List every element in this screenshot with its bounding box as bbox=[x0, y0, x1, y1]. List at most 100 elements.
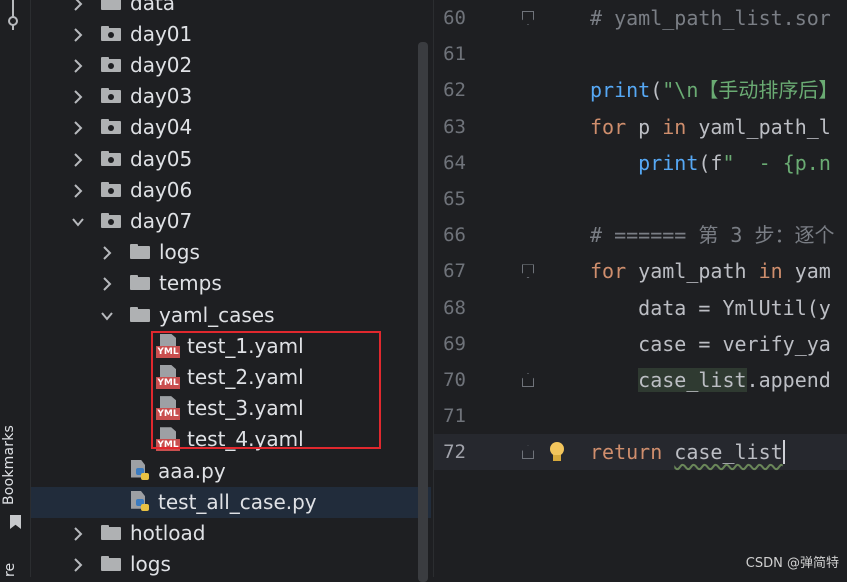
code-text: print(f" - {p.n bbox=[638, 150, 831, 175]
line-number: 68 bbox=[443, 296, 466, 319]
chevron-right-icon[interactable] bbox=[71, 549, 85, 580]
code-line[interactable]: 60 # yaml_path_list.sor bbox=[434, 0, 847, 36]
line-number: 69 bbox=[443, 332, 466, 355]
tool-window-strip: Bookmarks re bbox=[0, 0, 31, 577]
chevron-down-icon[interactable] bbox=[71, 206, 85, 237]
highlight-box bbox=[151, 331, 381, 449]
structure-tab[interactable]: re bbox=[2, 563, 18, 577]
chevron-right-icon[interactable] bbox=[71, 518, 85, 549]
tree-folder[interactable]: day07 bbox=[31, 206, 431, 237]
intention-bulb-icon[interactable] bbox=[548, 442, 566, 464]
tree-folder[interactable]: temps bbox=[31, 268, 431, 299]
folder-icon bbox=[101, 56, 121, 73]
code-line[interactable]: 68 data = YmlUtil(y bbox=[434, 290, 847, 326]
code-line[interactable]: 63 for p in yaml_path_l bbox=[434, 109, 847, 145]
line-number: 71 bbox=[443, 405, 466, 428]
fold-marker-icon[interactable] bbox=[522, 11, 534, 25]
folder-icon bbox=[101, 524, 121, 541]
line-number: 64 bbox=[443, 151, 466, 174]
project-scrollbar[interactable] bbox=[418, 42, 428, 582]
code-text: for p in yaml_path_l bbox=[590, 114, 831, 139]
code-line[interactable]: 70 case_list.append bbox=[434, 362, 847, 398]
tree-folder[interactable]: day03 bbox=[31, 81, 431, 112]
chevron-right-icon[interactable] bbox=[71, 144, 85, 175]
tree-item-label: day03 bbox=[130, 84, 193, 109]
tree-item-label: logs bbox=[130, 552, 171, 577]
tree-item-label: data bbox=[130, 0, 176, 15]
folder-icon bbox=[101, 181, 121, 198]
bookmark-icon[interactable] bbox=[10, 515, 21, 529]
line-number: 63 bbox=[443, 115, 466, 138]
folder-icon bbox=[130, 306, 150, 323]
line-number: 67 bbox=[443, 260, 466, 283]
chevron-right-icon[interactable] bbox=[71, 112, 85, 143]
code-line[interactable]: 67 for yaml_path in yam bbox=[434, 253, 847, 289]
folder-icon bbox=[101, 556, 121, 572]
tree-file[interactable]: aaa.py bbox=[31, 456, 431, 487]
chevron-right-icon[interactable] bbox=[71, 19, 85, 50]
bookmarks-tab[interactable]: Bookmarks bbox=[1, 425, 17, 505]
tree-folder[interactable]: logs bbox=[31, 549, 431, 580]
tree-folder[interactable]: day01 bbox=[31, 19, 431, 50]
chevron-right-icon[interactable] bbox=[71, 50, 85, 81]
commit-icon[interactable] bbox=[6, 0, 20, 34]
line-number: 60 bbox=[443, 7, 466, 29]
code-text: return case_list bbox=[590, 440, 785, 465]
tree-folder[interactable]: data bbox=[31, 0, 431, 19]
code-line[interactable]: 62 print("\n【手动排序后】 bbox=[434, 72, 847, 108]
tree-file[interactable]: test_all_case.py bbox=[31, 486, 431, 518]
chevron-down-icon[interactable] bbox=[100, 300, 114, 331]
code-line[interactable]: 72 return case_list bbox=[434, 434, 847, 471]
tree-folder[interactable]: day02 bbox=[31, 50, 431, 81]
code-text: # ====== 第 3 步：逐个 bbox=[590, 223, 835, 248]
folder-icon bbox=[101, 88, 121, 104]
tree-item-label: aaa.py bbox=[158, 458, 226, 483]
code-text: case_list.append bbox=[638, 368, 831, 392]
code-text: print("\n【手动排序后】 bbox=[590, 78, 839, 103]
code-line[interactable]: 61 bbox=[434, 36, 847, 72]
folder-icon bbox=[101, 25, 121, 42]
tree-item-label: hotload bbox=[130, 520, 206, 545]
code-text: case = verify_ya bbox=[590, 331, 831, 356]
fold-marker-icon[interactable] bbox=[522, 264, 534, 279]
code-text: # yaml_path_list.sor bbox=[590, 6, 831, 30]
line-number: 61 bbox=[443, 43, 466, 66]
code-line[interactable]: 69 case = verify_ya bbox=[434, 326, 847, 362]
tree-item-label: day05 bbox=[130, 146, 193, 171]
code-line[interactable]: 64 print(f" - {p.n bbox=[434, 145, 847, 181]
watermark: CSDN @弹简特 bbox=[745, 556, 839, 571]
tree-item-label: day07 bbox=[130, 208, 193, 233]
tree-folder[interactable]: day05 bbox=[31, 144, 431, 175]
code-line[interactable]: 71 bbox=[434, 398, 847, 434]
folder-icon bbox=[101, 150, 121, 167]
code-editor[interactable]: 60 # yaml_path_list.sor 61 62 print("\n【手动排序… bbox=[433, 0, 847, 577]
tree-item-label: day04 bbox=[130, 115, 193, 140]
tree-item-label: yaml_cases bbox=[159, 302, 275, 327]
chevron-right-icon[interactable] bbox=[71, 175, 85, 206]
chevron-right-icon[interactable] bbox=[100, 237, 114, 268]
chevron-right-icon[interactable] bbox=[71, 0, 85, 19]
tree-item-label: day06 bbox=[130, 177, 193, 202]
tree-folder[interactable]: yaml_cases bbox=[31, 300, 431, 331]
chevron-right-icon[interactable] bbox=[100, 268, 114, 299]
line-number: 72 bbox=[443, 441, 466, 464]
code-text: data = YmlUtil(y bbox=[590, 295, 831, 320]
tree-folder[interactable]: day06 bbox=[31, 175, 431, 206]
fold-marker-icon[interactable] bbox=[522, 373, 534, 387]
tree-folder[interactable]: day04 bbox=[31, 112, 431, 143]
code-line[interactable]: 66 # ====== 第 3 步：逐个 bbox=[434, 217, 847, 253]
chevron-right-icon[interactable] bbox=[71, 81, 85, 112]
fold-marker-icon[interactable] bbox=[522, 445, 534, 460]
folder-icon bbox=[130, 244, 150, 260]
line-number: 62 bbox=[443, 79, 466, 102]
code-line[interactable]: 65 bbox=[434, 181, 847, 217]
tree-item-label: logs bbox=[159, 240, 200, 265]
tree-folder[interactable]: logs bbox=[31, 237, 431, 268]
tree-item-label: temps bbox=[159, 271, 222, 296]
folder-icon bbox=[130, 275, 150, 291]
python-file-icon bbox=[128, 490, 150, 513]
tree-item-label: day01 bbox=[130, 21, 193, 46]
folder-icon bbox=[101, 212, 121, 229]
tree-folder[interactable]: hotload bbox=[31, 518, 431, 549]
line-number: 66 bbox=[443, 224, 466, 247]
